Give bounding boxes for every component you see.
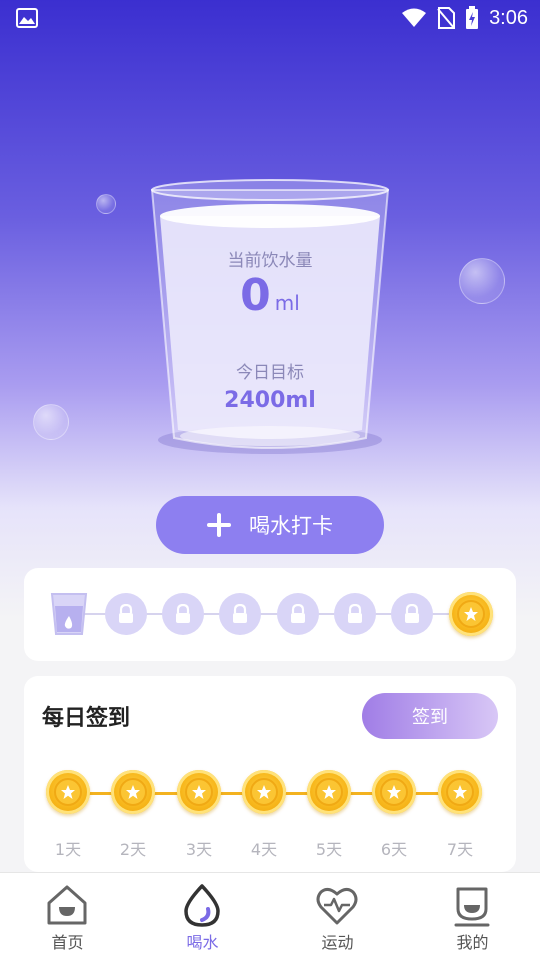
goal-value: 2400ml [224,388,316,413]
bubble-decoration [459,258,505,304]
star-coin-icon [438,770,482,814]
day-label: 4天 [250,840,278,859]
battery-charging-icon [466,6,479,29]
star-coin-icon [242,770,286,814]
drink-progress-card [24,568,516,661]
day-label: 7天 [446,840,474,859]
lock-icon [348,604,362,623]
water-glass: 当前饮水量 0 ml 今日目标 2400ml [150,178,390,458]
star-coin-icon [372,770,416,814]
tab-drink[interactable]: 喝水 [135,873,270,960]
cup-icon [50,593,88,635]
daily-sign-card: 每日签到 签到 1天 2天 3天 4天 5天 6天 7天 [24,676,516,872]
current-intake-unit: ml [274,291,300,315]
star-coin-icon [449,592,493,636]
current-intake-value: 0 ml [240,270,300,321]
drink-checkin-button[interactable]: 喝水打卡 [156,496,384,554]
progress-step-locked [105,593,147,635]
day-label: 1天 [54,840,82,859]
tab-exercise[interactable]: 运动 [270,873,405,960]
drink-checkin-label: 喝水打卡 [249,514,333,538]
no-sim-icon [437,7,456,29]
heart-pulse-icon [316,887,358,925]
progress-step-locked [334,593,376,635]
day-label: 2天 [119,840,147,859]
star-coin-icon [46,770,90,814]
day-label: 5天 [315,840,343,859]
bubble-decoration [33,404,69,440]
tab-drink-label: 喝水 [186,933,219,952]
wifi-icon [402,8,427,27]
image-icon [16,8,38,28]
goal-label: 今日目标 [236,363,304,383]
progress-step-locked [391,593,433,635]
star-coin-icon [307,770,351,814]
daily-sign-title: 每日签到 [42,706,131,731]
water-drop-icon [184,884,220,927]
current-intake-label: 当前饮水量 [227,251,313,271]
tab-home-label: 首页 [51,933,84,952]
profile-icon [454,887,490,927]
lock-icon [233,604,247,623]
plus-icon [207,513,231,537]
status-time: 3:06 [489,6,528,29]
status-bar: 3:06 [0,0,540,36]
tab-profile-label: 我的 [456,933,489,952]
star-coin-icon [177,770,221,814]
progress-step-locked [162,593,204,635]
lock-icon [405,604,419,623]
tab-profile[interactable]: 我的 [405,873,540,960]
tab-exercise-label: 运动 [321,933,354,952]
progress-step-locked [277,593,319,635]
bottom-tab-bar: 首页 喝水 运动 我的 [0,872,540,960]
sign-in-button[interactable]: 签到 [362,693,498,739]
home-icon [47,885,87,925]
lock-icon [176,604,190,623]
star-coin-icon [111,770,155,814]
lock-icon [119,604,133,623]
tab-home[interactable]: 首页 [0,873,135,960]
day-label: 3天 [185,840,213,859]
bubble-decoration [96,194,116,214]
day-label: 6天 [380,840,408,859]
progress-step-locked [219,593,261,635]
lock-icon [291,604,305,623]
